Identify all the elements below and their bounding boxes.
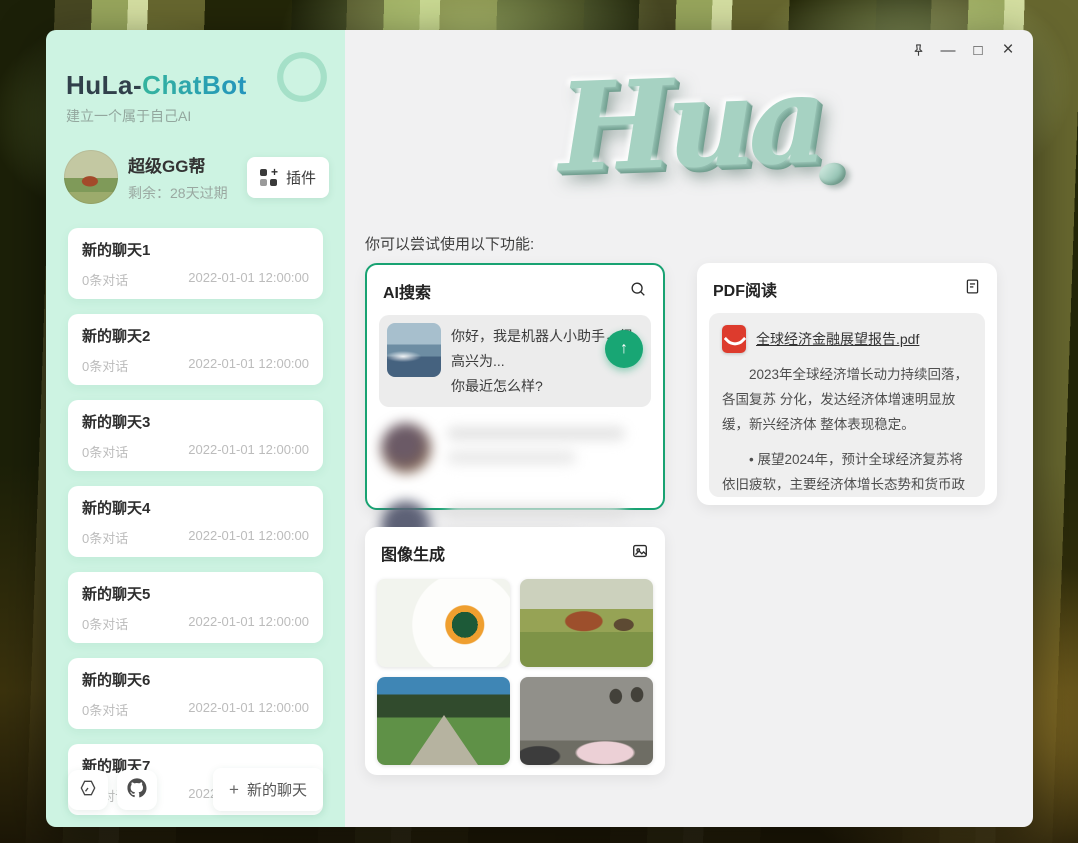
chat-title: 新的聊天4 <box>82 497 309 518</box>
plugin-button[interactable]: + 插件 <box>247 157 329 198</box>
pdf-file-link[interactable]: 全球经济金融展望报告.pdf <box>756 329 919 349</box>
github-button[interactable] <box>117 770 157 810</box>
pdf-paragraph-2: • 展望2024年，预计全球经济复苏将依旧疲软，主要经济体增长态势和货币政策走势… <box>722 448 972 497</box>
chat-list-item-4[interactable]: 新的聊天4 0条对话 2022-01-01 12:00:00 <box>68 486 323 557</box>
bot-message-row: 你好，我是机器人小助手，很高兴为... 你最近怎么样? ↑ <box>379 315 651 407</box>
chat-list-item-1[interactable]: 新的聊天1 0条对话 2022-01-01 12:00:00 <box>68 228 323 299</box>
chat-list-item-2[interactable]: 新的聊天2 0条对话 2022-01-01 12:00:00 <box>68 314 323 385</box>
chat-list-item-6[interactable]: 新的聊天6 0条对话 2022-01-01 12:00:00 <box>68 658 323 729</box>
chat-title: 新的聊天1 <box>82 239 309 260</box>
search-icon <box>629 280 647 303</box>
new-chat-button[interactable]: + 新的聊天 <box>213 768 323 811</box>
user-expiry: 剩余：28天过期 <box>128 183 247 203</box>
chat-list: 新的聊天1 0条对话 2022-01-01 12:00:00 新的聊天2 0条对话… <box>68 228 323 815</box>
generated-image-farm[interactable] <box>520 579 653 667</box>
ai-search-card: AI搜索 你好，我是机器人小助手，很高兴为... 你最近怎么样? ↑ <box>365 263 665 510</box>
ai-search-title: AI搜索 <box>383 279 431 303</box>
chat-title: 新的聊天3 <box>82 411 309 432</box>
chat-count: 0条对话 <box>82 442 128 461</box>
message-thumbnail-sea <box>387 323 441 377</box>
blurred-row <box>381 423 649 475</box>
app-title-primary: HuLa- <box>66 70 142 100</box>
send-button[interactable]: ↑ <box>605 330 643 368</box>
pin-button[interactable] <box>903 37 933 63</box>
chat-title: 新的聊天2 <box>82 325 309 346</box>
new-chat-label: 新的聊天 <box>247 779 307 800</box>
hero-logo-wrap: Hua <box>345 56 1033 190</box>
theme-button[interactable] <box>68 770 108 810</box>
pdf-preview-box: 全球经济金融展望报告.pdf 2023年全球经济增长动力持续回落，各国复苏 分化… <box>709 313 985 497</box>
bot-message-line2: 你最近怎么样? <box>451 374 643 399</box>
sidebar: HuLa-ChatBot 建立一个属于自己AI <box>46 30 345 827</box>
maximize-button[interactable]: □ <box>963 37 993 63</box>
generated-image-building[interactable] <box>520 677 653 765</box>
generated-image-grid <box>377 579 653 765</box>
pdf-paragraph-1: 2023年全球经济增长动力持续回落，各国复苏 分化，发达经济体增速明显放缓，新兴… <box>722 363 972 438</box>
brand-header: HuLa-ChatBot 建立一个属于自己AI <box>46 30 345 126</box>
user-meta: 超级GG帮 剩余：28天过期 <box>128 152 247 203</box>
chat-title: 新的聊天5 <box>82 583 309 604</box>
user-row: 超级GG帮 剩余：28天过期 + 插件 <box>64 150 329 204</box>
generated-image-daisy[interactable] <box>377 579 510 667</box>
chat-time: 2022-01-01 12:00:00 <box>188 700 309 719</box>
pdf-reader-title: PDF阅读 <box>713 277 777 301</box>
chat-time: 2022-01-01 12:00:00 <box>188 270 309 289</box>
arrow-up-icon: ↑ <box>620 340 628 358</box>
blurred-avatar <box>381 423 431 473</box>
chat-count: 0条对话 <box>82 356 128 375</box>
main-area: — □ × Hua 你可以尝试使用以下功能: AI搜索 你好，我是 <box>345 30 1033 827</box>
pdf-reader-card: PDF阅读 全球经济金融展望报告.pdf 2023年全球经济增长动力持续回落，各… <box>697 263 997 505</box>
pdf-file-icon <box>722 325 746 353</box>
close-button[interactable]: × <box>993 37 1023 63</box>
document-icon <box>964 278 981 300</box>
app-subtitle: 建立一个属于自己AI <box>66 106 325 126</box>
image-generation-title: 图像生成 <box>381 541 445 565</box>
user-avatar[interactable] <box>64 150 118 204</box>
hula-3d-logo: Hua <box>556 51 823 194</box>
plugin-button-label: 插件 <box>286 167 316 188</box>
chat-count: 0条对话 <box>82 270 128 289</box>
chat-title: 新的聊天6 <box>82 669 309 690</box>
sidebar-footer: + 新的聊天 <box>68 768 323 811</box>
chat-time: 2022-01-01 12:00:00 <box>188 528 309 547</box>
image-generation-card: 图像生成 <box>365 527 665 775</box>
app-title-accent: ChatBot <box>142 70 247 100</box>
pushpin-icon <box>911 43 926 58</box>
chat-list-item-3[interactable]: 新的聊天3 0条对话 2022-01-01 12:00:00 <box>68 400 323 471</box>
minimize-button[interactable]: — <box>933 37 963 63</box>
window-controls: — □ × <box>903 37 1023 63</box>
pdf-file-row: 全球经济金融展望报告.pdf <box>722 325 972 353</box>
plus-icon: + <box>229 781 239 798</box>
chat-time: 2022-01-01 12:00:00 <box>188 614 309 633</box>
logo-dot <box>816 159 848 188</box>
chat-list-item-5[interactable]: 新的聊天5 0条对话 2022-01-01 12:00:00 <box>68 572 323 643</box>
openai-logo-icon <box>275 50 329 104</box>
chat-count: 0条对话 <box>82 528 128 547</box>
chat-count: 0条对话 <box>82 614 128 633</box>
chat-time: 2022-01-01 12:00:00 <box>188 442 309 461</box>
plugin-icon: + <box>260 169 277 186</box>
github-icon <box>127 778 147 801</box>
features-hint: 你可以尝试使用以下功能: <box>365 233 534 254</box>
chat-count: 0条对话 <box>82 700 128 719</box>
app-window: HuLa-ChatBot 建立一个属于自己AI <box>46 30 1033 827</box>
hexagon-clock-icon <box>78 778 98 801</box>
chat-time: 2022-01-01 12:00:00 <box>188 356 309 375</box>
generated-image-path[interactable] <box>377 677 510 765</box>
image-icon <box>631 542 649 565</box>
user-name: 超级GG帮 <box>128 152 247 177</box>
